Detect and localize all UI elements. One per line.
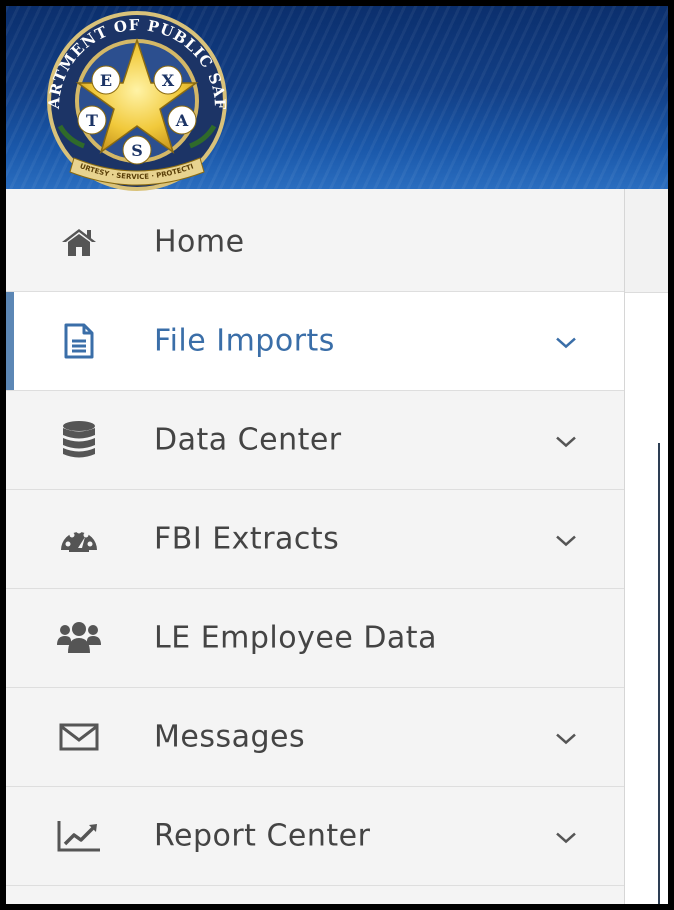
seal-letter-e: E: [100, 71, 112, 90]
seal-letter-s: S: [131, 141, 143, 160]
sidebar-item-fbi-extracts[interactable]: FBI Extracts: [6, 490, 624, 589]
seal-letter-t: T: [86, 111, 98, 130]
file-icon: [50, 319, 108, 363]
users-icon: [50, 616, 108, 660]
sidebar-item-home[interactable]: Home: [6, 193, 624, 292]
chevron-down-icon[interactable]: [554, 434, 578, 450]
chevron-down-icon[interactable]: [554, 830, 578, 846]
sidebar-item-report-center[interactable]: Report Center: [6, 787, 624, 886]
sidebar-item-label: File Imports: [154, 323, 335, 359]
sidebar-item-label: LE Employee Data: [154, 620, 437, 656]
sidebar-item-label: Home: [154, 224, 245, 260]
seal-letter-a: A: [175, 111, 189, 130]
chevron-down-icon[interactable]: [554, 533, 578, 549]
chevron-down-icon[interactable]: [554, 335, 578, 351]
line-chart-icon: [50, 814, 108, 858]
dps-seal-logo: DEPARTMENT OF PUBLIC SAFETY T E X A S CO…: [14, 8, 228, 191]
content-topbar: [625, 189, 668, 293]
content-panel-edge: [658, 443, 668, 904]
sidebar-item-label: Report Center: [154, 818, 371, 854]
envelope-icon: [50, 715, 108, 759]
sidebar-item-data-center[interactable]: Data Center: [6, 391, 624, 490]
database-icon: [50, 418, 108, 462]
sidebar-item-le-employee-data[interactable]: LE Employee Data: [6, 589, 624, 688]
sidebar-item-label: FBI Extracts: [154, 521, 340, 557]
sidebar-item-label: Data Center: [154, 422, 342, 458]
app-window: DEPARTMENT OF PUBLIC SAFETY T E X A S CO…: [0, 0, 674, 910]
sidebar-item-file-imports[interactable]: File Imports: [6, 292, 624, 391]
sidebar-footer-strip: [6, 886, 624, 904]
sidebar-divider: [624, 189, 625, 904]
chevron-down-icon[interactable]: [554, 731, 578, 747]
sidebar-item-messages[interactable]: Messages: [6, 688, 624, 787]
seal-letter-x: X: [162, 71, 175, 90]
sidebar-item-label: Messages: [154, 719, 306, 755]
home-icon: [50, 220, 108, 264]
dashboard-gauge-icon: [50, 517, 108, 561]
